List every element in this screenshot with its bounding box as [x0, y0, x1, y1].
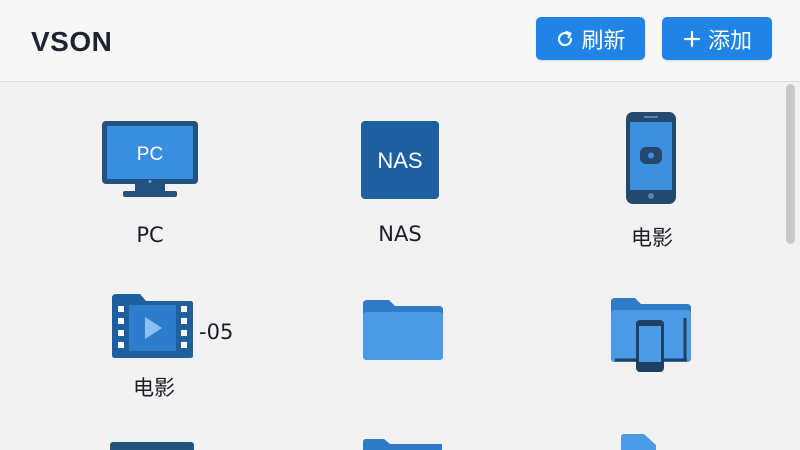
item-label: NAS: [378, 222, 422, 246]
grid-item-video-folder[interactable]: -05 电影: [105, 288, 255, 408]
pc-screen-text: PC: [137, 144, 163, 165]
add-button[interactable]: 添加: [662, 17, 772, 60]
refresh-button[interactable]: 刷新: [536, 17, 645, 60]
grid-item-device-folder[interactable]: [603, 293, 703, 393]
item-suffix: -05: [199, 320, 234, 344]
app-title: VSON: [31, 26, 113, 57]
add-label: 添加: [707, 28, 752, 54]
item-label: 电影: [631, 226, 673, 250]
grid-item-pc[interactable]: PC PC: [95, 115, 205, 255]
grid-item-partial-2[interactable]: [362, 438, 452, 450]
item-label: PC: [136, 223, 164, 247]
grid-item-nas[interactable]: NAS NAS: [345, 115, 455, 255]
scrollbar-thumb[interactable]: [786, 84, 795, 244]
refresh-icon: [555, 29, 575, 49]
refresh-label: 刷新: [581, 28, 626, 54]
item-grid: PC PC NAS NAS 电影 -05 电影: [0, 83, 780, 450]
plus-icon: [682, 29, 702, 49]
nas-screen-text: NAS: [377, 148, 422, 173]
grid-item-phone[interactable]: 电影: [597, 111, 707, 251]
top-bar: VSON 刷新 添加: [0, 0, 800, 82]
item-label: 电影: [133, 376, 175, 400]
grid-item-folder[interactable]: [355, 293, 455, 393]
grid-item-partial-3[interactable]: [620, 433, 680, 450]
grid-item-partial-1[interactable]: [110, 440, 200, 450]
